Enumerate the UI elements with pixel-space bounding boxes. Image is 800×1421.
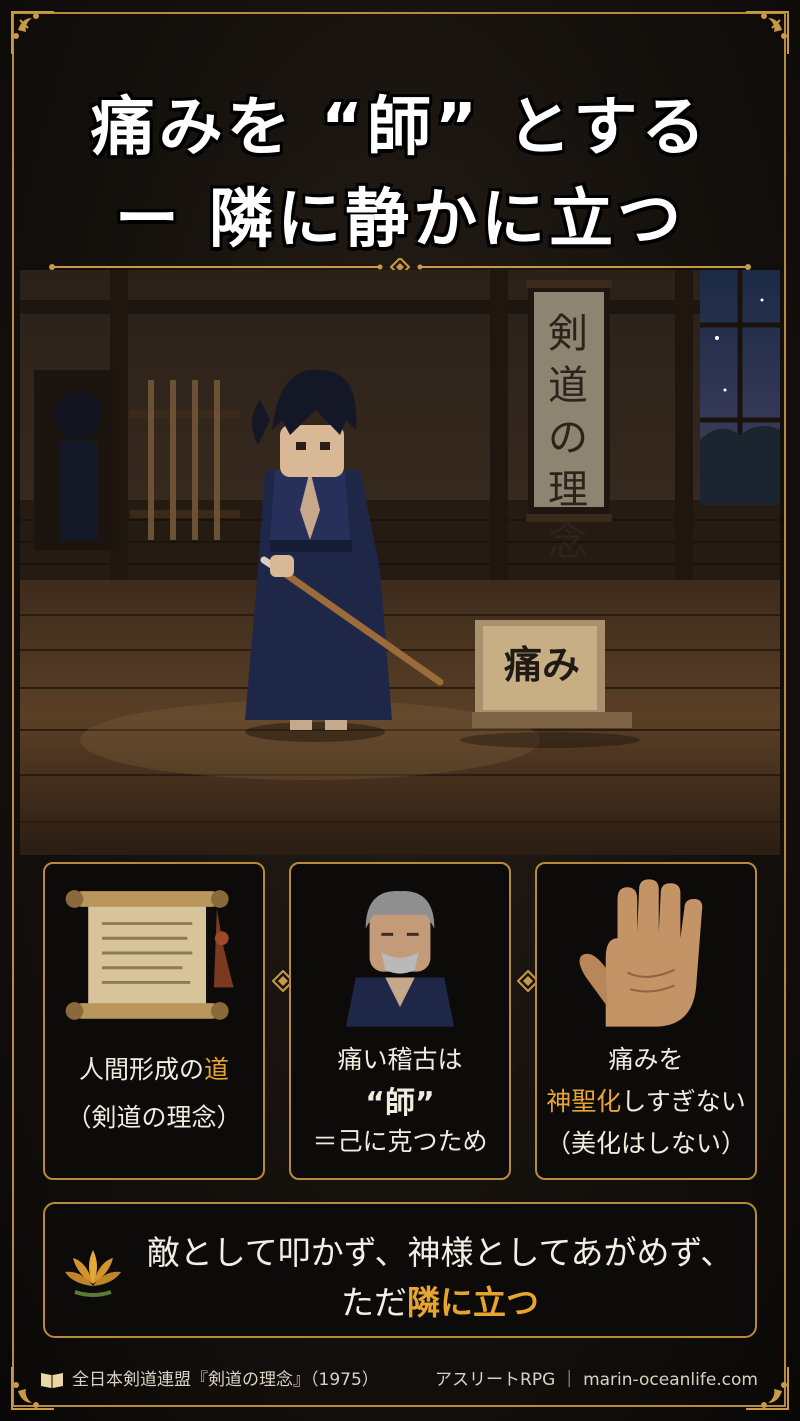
scroll-icon xyxy=(65,890,234,1020)
dojo-scroll-text: 剣道の理念 xyxy=(548,311,588,565)
master-portrait-icon xyxy=(345,891,455,1027)
card-painful-practice: 痛い稽古は “師” ＝己に克つため xyxy=(289,862,511,1180)
infographic-page: 痛みを “師” とする ー 隣に静かに立つ 剣道の理念 痛み 人間形成の道 （剣… xyxy=(0,0,800,1421)
source-citation: 全日本剣道連盟『剣道の理念』（1975） xyxy=(72,1370,379,1390)
card2-line2: “師” xyxy=(365,1086,435,1121)
card3-line3: （美化はしない） xyxy=(545,1129,746,1158)
dojo-scene: 剣道の理念 痛み xyxy=(20,270,780,855)
card2-line1: 痛い稽古は xyxy=(337,1045,463,1074)
open-hand-icon xyxy=(579,879,703,1027)
banner-line-1: 敵として叩かず、神様としてあがめず、 xyxy=(146,1233,734,1272)
card-kendo-philosophy: 人間形成の道 （剣道の理念） xyxy=(43,862,265,1180)
pain-block-text: 痛み xyxy=(503,642,580,687)
card3-line1: 痛みを xyxy=(608,1045,684,1074)
site-credit: アスリートRPG ｜ marin-oceanlife.com xyxy=(435,1370,758,1390)
summary-banner: 敵として叩かず、神様としてあがめず、 ただ隣に立つ xyxy=(43,1202,757,1338)
card3-line2-rest: しすぎない xyxy=(621,1087,746,1116)
card1-line2: （剣道の理念） xyxy=(66,1103,242,1132)
headline-line-2: ー 隣に静かに立つ xyxy=(114,183,686,257)
corner-ornament-icon xyxy=(11,11,54,54)
card1-line1: 人間形成の xyxy=(78,1055,204,1084)
book-icon xyxy=(41,1373,63,1388)
card-dont-sanctify-pain: 痛みを 神聖化しすぎない （美化はしない） xyxy=(535,862,757,1180)
banner-line2-highlight: 隣に立つ xyxy=(407,1283,539,1322)
lotus-icon xyxy=(65,1250,121,1297)
dojo-illustration xyxy=(20,270,780,855)
banner-line2-prefix: ただ xyxy=(341,1283,407,1322)
headline-line-1: 痛みを “師” とする xyxy=(90,91,710,165)
corner-ornament-icon xyxy=(746,11,789,54)
card1-line1-highlight: 道 xyxy=(204,1055,230,1084)
card2-line3: ＝己に克つため xyxy=(312,1127,488,1156)
card3-line2-highlight: 神聖化 xyxy=(546,1087,622,1116)
